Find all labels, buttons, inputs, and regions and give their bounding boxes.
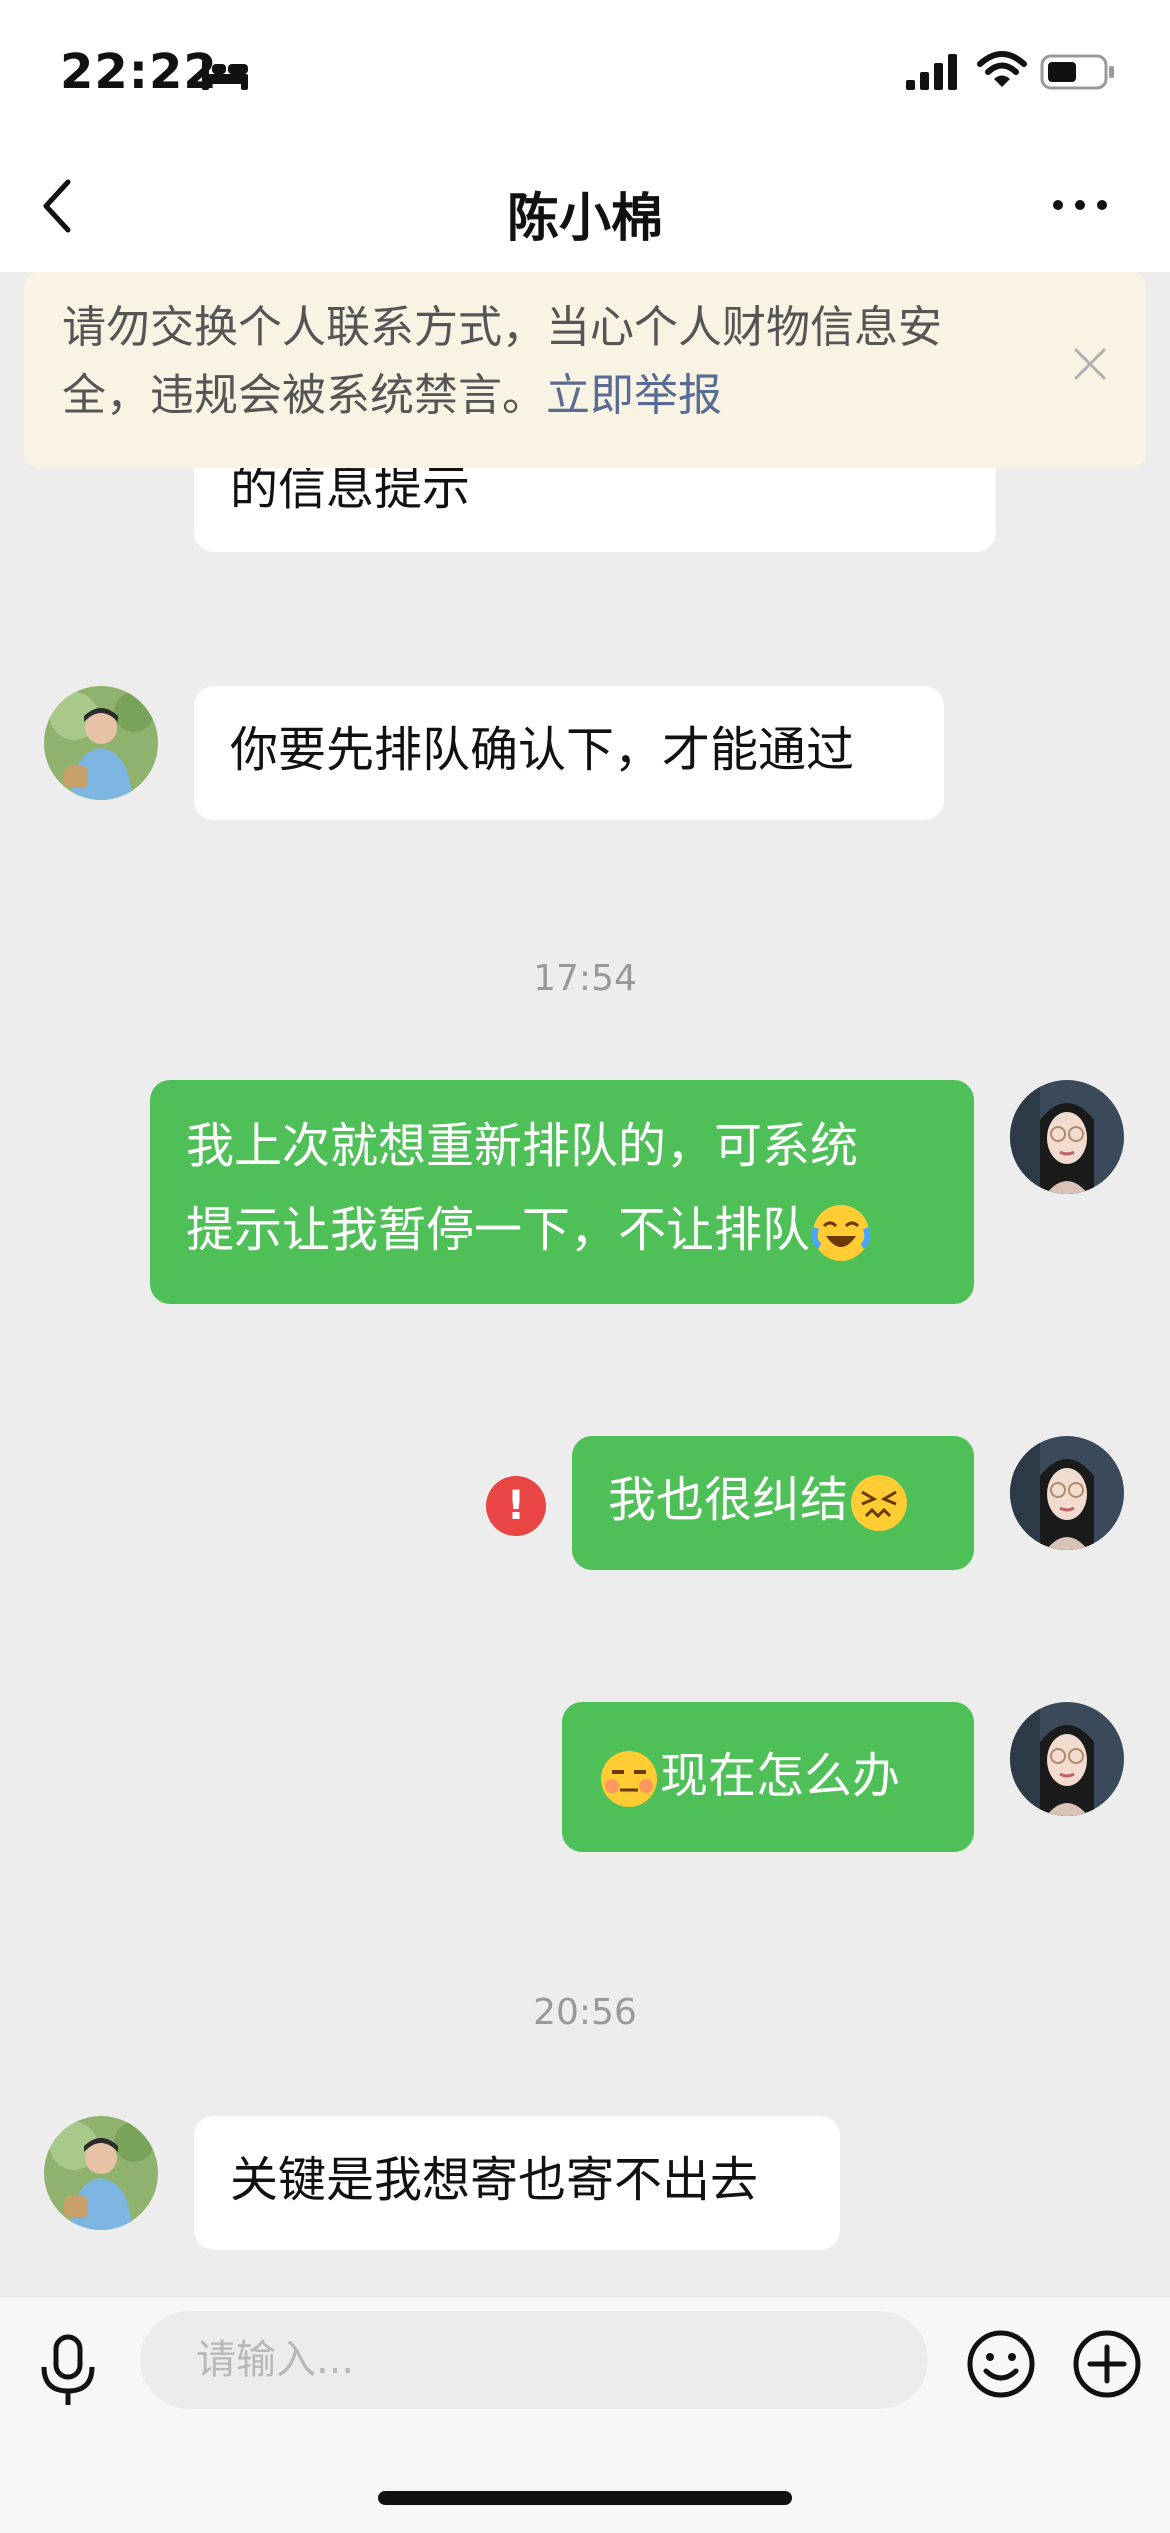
crying-laughing-emoji [811,1205,871,1261]
close-icon[interactable] [1068,342,1112,386]
message-bubble-incoming[interactable]: 关键是我想寄也寄不出去 [194,2116,840,2250]
report-link[interactable]: 立即举报 [546,370,722,421]
nav-bar: 陈小棉 [0,140,1170,272]
message-input[interactable] [140,2311,928,2409]
more-icon[interactable] [1050,190,1110,220]
contact-avatar[interactable] [44,686,158,800]
confounded-emoji [851,1475,908,1531]
send-failed-icon[interactable]: ! [486,1476,546,1536]
battery-icon [1040,54,1116,94]
bed-icon [200,54,250,94]
safety-warning-banner: 请勿交换个人联系方式，当心个人财物信息安 全，违规会被系统禁言。立即举报 [24,272,1146,468]
message-text-line2-text: 提示让我暂停一下，不让排队 [186,1202,811,1258]
warning-line2: 全，违规会被系统禁言。 [62,370,546,421]
message-bubble-outgoing[interactable]: 我上次就想重新排队的，可系统 提示让我暂停一下，不让排队 [150,1080,974,1304]
message-text-content: 现在怎么办 [660,1748,901,1804]
microphone-icon[interactable] [36,2333,100,2409]
timestamp: 17:54 [533,958,637,999]
my-avatar[interactable] [1010,1436,1124,1550]
emoji-icon[interactable] [966,2329,1036,2399]
plus-icon[interactable] [1072,2329,1142,2399]
warning-line1: 请勿交换个人联系方式，当心个人财物信息安 [62,302,942,353]
status-bar: 22:22 [0,0,1170,140]
my-avatar[interactable] [1010,1702,1124,1816]
message-bubble-incoming[interactable]: 你要先排队确认下，才能通过 [194,686,944,820]
signal-icon [904,52,960,96]
message-bubble-outgoing[interactable]: 我也很纠结 [572,1436,974,1570]
message-text: 你要先排队确认下，才能通过 [230,722,855,778]
contact-avatar[interactable] [44,2116,158,2230]
status-time: 22:22 [60,44,218,100]
message-text-line2: 提示让我暂停一下，不让排队 [186,1194,872,1266]
chat-title: 陈小棉 [506,189,663,249]
my-avatar[interactable] [1010,1080,1124,1194]
message-text: 我也很纠结 [608,1464,910,1536]
message-text-content: 我也很纠结 [608,1472,849,1528]
wifi-icon [977,50,1027,94]
message-bubble-outgoing[interactable]: 现在怎么办 [562,1702,974,1852]
message-text: 关键是我想寄也寄不出去 [230,2152,759,2208]
input-bar [0,2296,1170,2533]
warning-text: 请勿交换个人联系方式，当心个人财物信息安 全，违规会被系统禁言。立即举报 [62,294,1022,430]
unamused-emoji [601,1751,657,1807]
timestamp: 20:56 [533,1992,637,2033]
home-indicator-bar [378,2491,792,2505]
message-text-line1: 我上次就想重新排队的，可系统 [186,1118,859,1174]
message-text: 现在怎么办 [598,1740,900,1812]
